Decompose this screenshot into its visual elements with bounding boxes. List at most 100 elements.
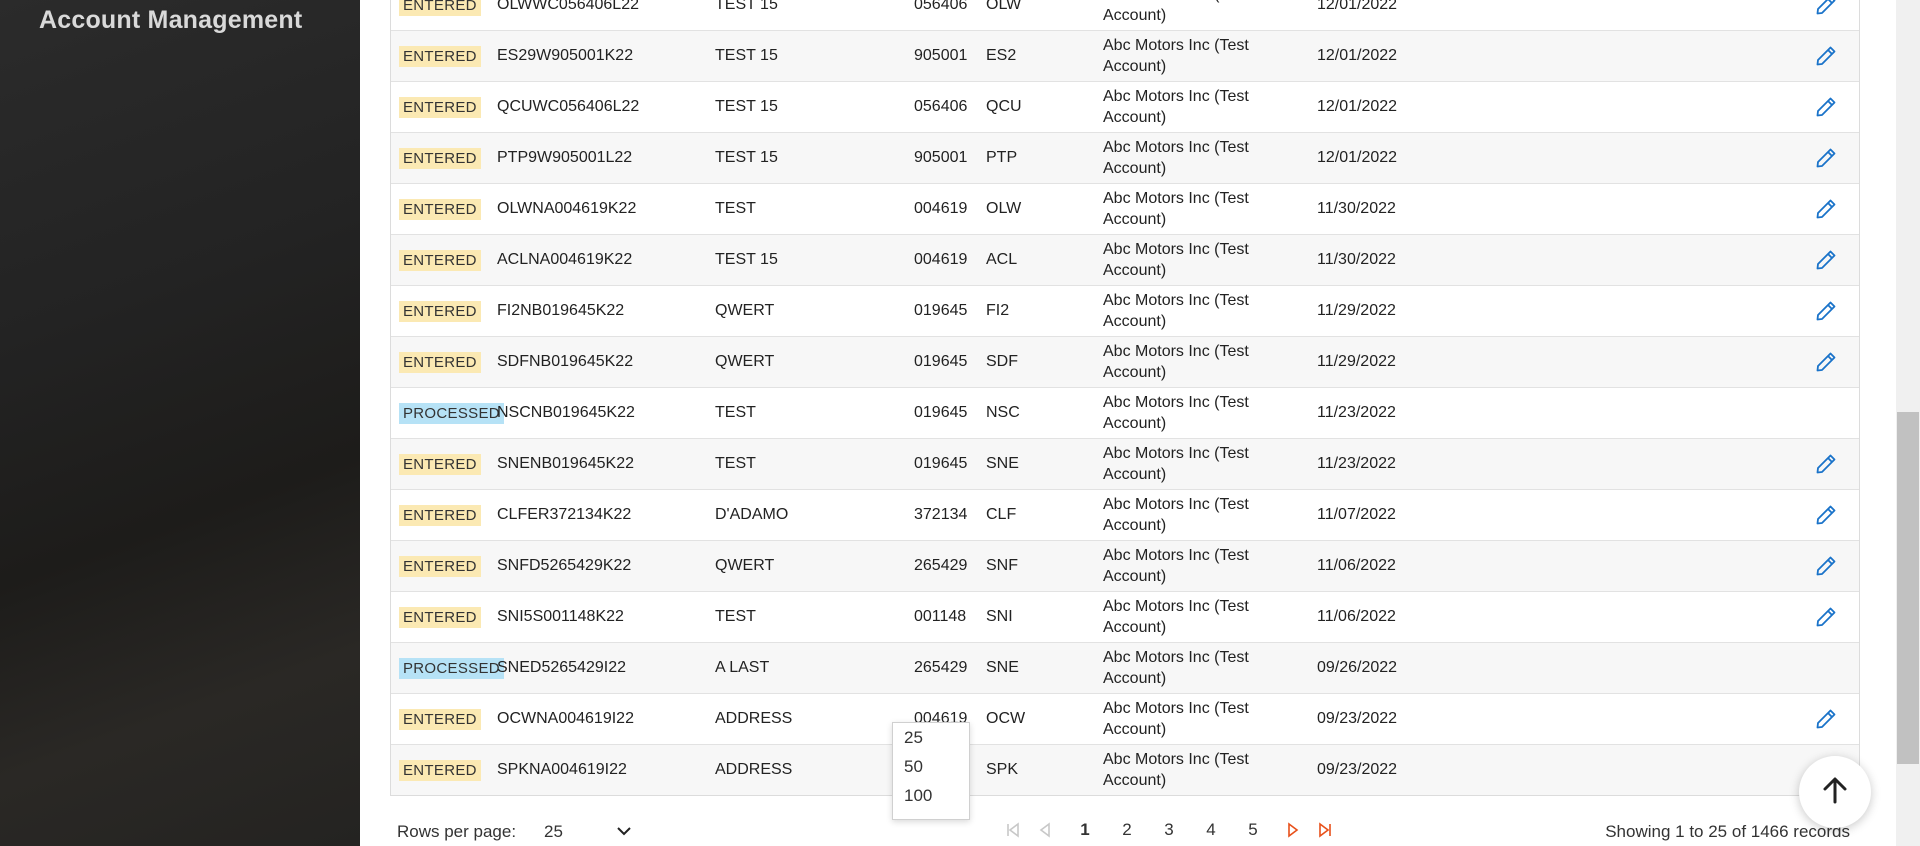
pencil-icon[interactable] bbox=[1811, 0, 1841, 30]
record-id: OCWNA004619I22 bbox=[497, 710, 634, 727]
table-row: ENTERED SNI5S001148K22 TEST 001148 SNI Abc Mo… bbox=[391, 591, 1859, 642]
pencil-icon[interactable] bbox=[1811, 235, 1841, 285]
record-id: SNI5S001148K22 bbox=[497, 608, 624, 625]
record-id: PTP9W905001L22 bbox=[497, 149, 633, 166]
rows-per-page-option[interactable]: 50 bbox=[893, 752, 969, 781]
customer-name: TEST 15 bbox=[715, 251, 778, 268]
product-code: SNI bbox=[986, 608, 1013, 625]
customer-name: TEST bbox=[715, 404, 756, 421]
account-name: Abc Motors Inc (Test Account) bbox=[1103, 751, 1249, 789]
product-code: OLW bbox=[986, 0, 1022, 13]
status-badge: ENTERED bbox=[399, 198, 481, 220]
entry-date: 11/07/2022 bbox=[1317, 506, 1396, 523]
table-row: ENTERED CLFER372134K22 D'ADAMO 372134 CLF Abc… bbox=[391, 489, 1859, 540]
dealer-number: 905001 bbox=[914, 47, 968, 64]
customer-name: ADDRESS bbox=[715, 761, 793, 778]
page-number-button[interactable]: 4 bbox=[1190, 820, 1232, 840]
pencil-icon[interactable] bbox=[1811, 439, 1841, 489]
table-row: ENTERED OLWNA004619K22 TEST 004619 OLW Abc Mo… bbox=[391, 183, 1859, 234]
dealer-number: 056406 bbox=[914, 0, 968, 13]
sidebar-title[interactable]: Account Management bbox=[39, 6, 302, 35]
rows-per-page-option[interactable]: 25 bbox=[893, 723, 969, 752]
account-name: Abc Motors Inc (Test Account) bbox=[1103, 88, 1249, 126]
product-code: QCU bbox=[986, 98, 1022, 115]
page-number-button[interactable]: 1 bbox=[1064, 820, 1106, 840]
next-page-icon[interactable] bbox=[1280, 818, 1306, 842]
table-row: ENTEREDSPKNA004619I22ADDRESS004619SPKAbc… bbox=[391, 744, 1859, 795]
status-badge: ENTERED bbox=[399, 351, 481, 373]
dealer-number: 019645 bbox=[914, 455, 968, 472]
table-row: PROCESSED SNED5265429I22 A LAST 265429 SNE Ab… bbox=[391, 642, 1859, 693]
entry-date: 11/29/2022 bbox=[1317, 302, 1396, 319]
table-row: ENTERED FI2NB019645K22 QWERT 019645 FI2 Abc M… bbox=[391, 285, 1859, 336]
dealer-number: 004619 bbox=[914, 251, 968, 268]
account-name: Abc Motors Inc (Test Account) bbox=[1103, 292, 1249, 330]
table-row: ENTERED SDFNB019645K22 QWERT 019645 SDF Abc M… bbox=[391, 336, 1859, 387]
customer-name: A LAST bbox=[715, 659, 770, 676]
page-number-button[interactable]: 3 bbox=[1148, 820, 1190, 840]
pencil-icon[interactable] bbox=[1811, 694, 1841, 744]
customer-name: ADDRESS bbox=[715, 710, 793, 727]
page-number-button[interactable]: 2 bbox=[1106, 820, 1148, 840]
status-badge: ENTERED bbox=[399, 249, 481, 271]
pencil-icon[interactable] bbox=[1811, 184, 1841, 234]
entry-date: 12/01/2022 bbox=[1317, 0, 1398, 13]
account-name: Abc Motors Inc (Test Account) bbox=[1103, 139, 1249, 177]
table-row: ENTERED OCWNA004619I22 ADDRESS 004619 OCW Abc… bbox=[391, 693, 1859, 744]
account-name: Abc Motors Inc (Test Account) bbox=[1103, 700, 1249, 738]
records-table: ENTERED OLWWC056406L22 TEST 15 056406 OLW Abc… bbox=[390, 0, 1860, 796]
record-id: SPKNA004619I22 bbox=[497, 761, 627, 778]
record-id: OLWWC056406L22 bbox=[497, 0, 639, 13]
rows-per-page-dropdown: 25 50 100 bbox=[892, 722, 970, 820]
status-badge: ENTERED bbox=[399, 45, 481, 67]
product-code: CLF bbox=[986, 506, 1017, 523]
pencil-icon[interactable] bbox=[1811, 31, 1841, 81]
table-row: ENTERED PTP9W905001L22 TEST 15 905001 PTP Abc… bbox=[391, 132, 1859, 183]
dealer-number: 265429 bbox=[914, 659, 968, 676]
records-count-text: Showing 1 to 25 of 1466 records bbox=[1605, 822, 1850, 841]
product-code: NSC bbox=[986, 404, 1020, 421]
status-badge: ENTERED bbox=[399, 504, 481, 526]
pencil-icon[interactable] bbox=[1811, 133, 1841, 183]
record-id: OLWNA004619K22 bbox=[497, 200, 637, 217]
status-badge: ENTERED bbox=[399, 300, 481, 322]
sidebar: Account Management bbox=[0, 0, 360, 846]
record-id: ACLNA004619K22 bbox=[497, 251, 633, 268]
record-id: CLFER372134K22 bbox=[497, 506, 632, 523]
last-page-icon[interactable] bbox=[1312, 818, 1338, 842]
chevron-down-icon[interactable] bbox=[615, 822, 633, 845]
entry-date: 11/30/2022 bbox=[1317, 200, 1396, 217]
record-id: FI2NB019645K22 bbox=[497, 302, 625, 319]
entry-date: 11/06/2022 bbox=[1317, 608, 1396, 625]
status-badge: ENTERED bbox=[399, 555, 481, 577]
product-code: SPK bbox=[986, 761, 1019, 778]
customer-name: TEST 15 bbox=[715, 98, 778, 115]
product-code: ES2 bbox=[986, 47, 1017, 64]
prev-page-icon[interactable] bbox=[1032, 818, 1058, 842]
rows-per-page-option[interactable]: 100 bbox=[893, 781, 969, 810]
page-number-button[interactable]: 5 bbox=[1232, 820, 1274, 840]
record-id: QCUWC056406L22 bbox=[497, 98, 640, 115]
entry-date: 11/06/2022 bbox=[1317, 557, 1396, 574]
account-name: Abc Motors Inc (Test Account) bbox=[1103, 343, 1249, 381]
dealer-number: 019645 bbox=[914, 404, 968, 421]
record-id: SDFNB019645K22 bbox=[497, 353, 634, 370]
pencil-icon[interactable] bbox=[1811, 82, 1841, 132]
account-name: Abc Motors Inc (Test Account) bbox=[1103, 241, 1249, 279]
status-badge: ENTERED bbox=[399, 147, 481, 169]
entry-date: 11/29/2022 bbox=[1317, 353, 1396, 370]
status-badge: ENTERED bbox=[399, 0, 481, 16]
pencil-icon[interactable] bbox=[1811, 337, 1841, 387]
first-page-icon[interactable] bbox=[1000, 818, 1026, 842]
rows-per-page-select[interactable]: 25 bbox=[544, 822, 563, 842]
pencil-icon[interactable] bbox=[1811, 541, 1841, 591]
table-row: PROCESSED NSCNB019645K22 TEST 019645 NSC Abc … bbox=[391, 387, 1859, 438]
entry-date: 11/30/2022 bbox=[1317, 251, 1396, 268]
dealer-number: 056406 bbox=[914, 98, 968, 115]
pencil-icon[interactable] bbox=[1811, 592, 1841, 642]
dealer-number: 905001 bbox=[914, 149, 968, 166]
scroll-to-top-button[interactable] bbox=[1799, 756, 1871, 828]
pencil-icon[interactable] bbox=[1811, 286, 1841, 336]
pencil-icon[interactable] bbox=[1811, 490, 1841, 540]
scrollbar-thumb[interactable] bbox=[1897, 412, 1919, 764]
